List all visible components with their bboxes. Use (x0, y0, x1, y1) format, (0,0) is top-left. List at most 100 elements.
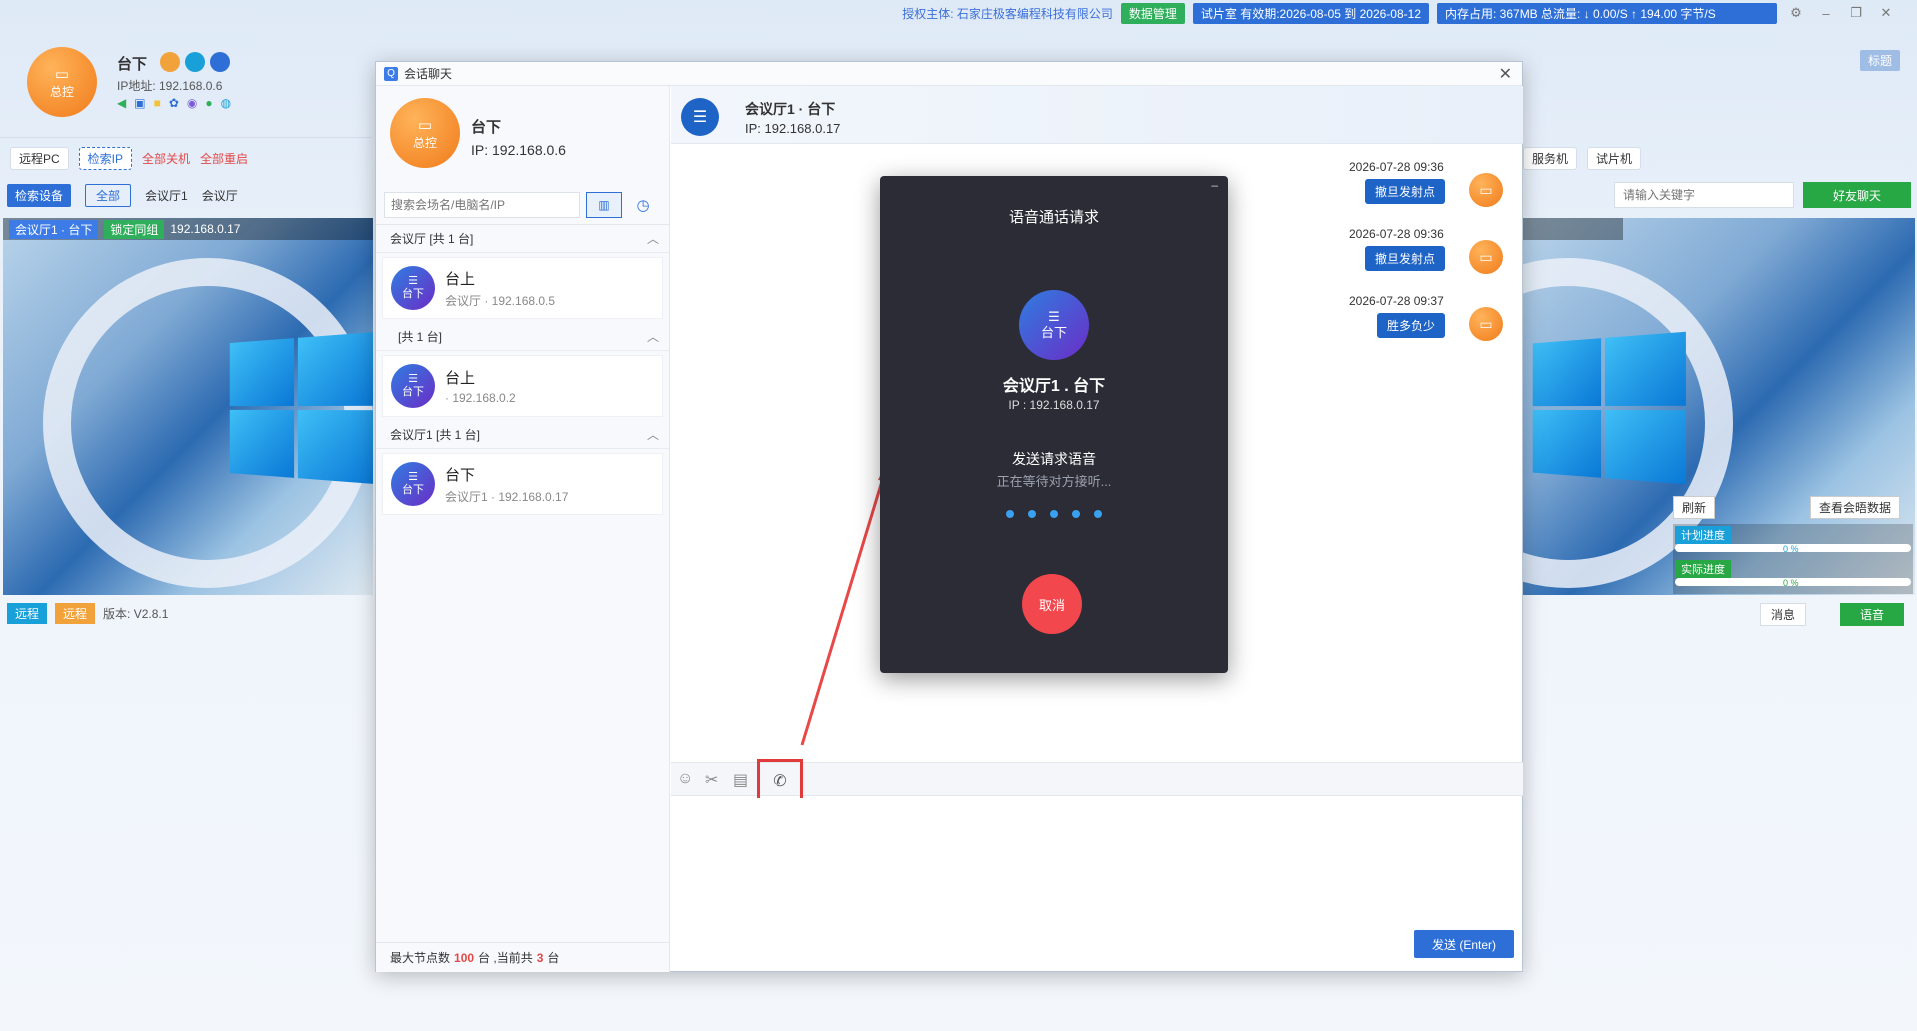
sender-avatar-icon: ▭ (1469, 307, 1503, 341)
message-item: 2026-07-28 09:36 (1349, 227, 1444, 241)
message-bubble[interactable]: 胜多负少 (1377, 313, 1446, 338)
filter-hall[interactable]: 会议厅 (202, 187, 238, 204)
chat-header: ☰ 会议厅1 · 台下 IP: 192.168.0.17 (671, 86, 1523, 144)
wechat-icon[interactable]: ● (205, 96, 212, 110)
chat-avatar-icon: ☰ (681, 98, 719, 136)
message-button[interactable]: 消息 (1760, 603, 1807, 626)
history-icon[interactable]: ◷ (628, 192, 658, 218)
voice-call-icon[interactable]: ✆ (757, 759, 803, 803)
link-icon[interactable]: ✿ (169, 96, 179, 110)
skin-button[interactable]: 标题 (1860, 50, 1901, 71)
actual-progress-label: 实际进度 (1675, 560, 1731, 578)
remote-icon[interactable]: ▣ (134, 96, 145, 110)
folder-icon[interactable]: ▤ (733, 770, 748, 790)
search-circle-icon[interactable]: ◍ (221, 96, 231, 110)
group-header[interactable]: 会议厅1 [共 1 台] ︿ (376, 421, 669, 449)
popup-minimize-icon[interactable]: – (1211, 178, 1218, 192)
call-avatar: ☰ 台下 (1019, 290, 1089, 360)
chevron-up-icon[interactable]: ︿ (647, 230, 659, 247)
contact-name: 台上 (445, 370, 476, 387)
app-icon: Q (384, 66, 398, 81)
view-data-button[interactable]: 查看会晤数据 (1810, 496, 1901, 519)
contact-item[interactable]: ☰ 台下 台上 会议厅 · 192.168.0.5 (382, 257, 663, 319)
close-icon[interactable]: ✕ (1875, 5, 1897, 21)
voice-call-popup: – 语音通话请求 ☰ 台下 会议厅1 . 台下 IP : 192.168.0.17… (880, 176, 1228, 673)
shutdown-all-button[interactable]: 全部关机 (142, 150, 190, 167)
tab-trial[interactable]: 试片机 (1587, 147, 1642, 170)
right-device-thumbnail[interactable]: 刷新 查看会晤数据 计划进度 0 % 实际进度 0 % (1523, 218, 1915, 595)
search-device-button[interactable]: 检索设备 (7, 184, 72, 207)
eye-icon[interactable] (210, 52, 230, 72)
dialog-close-icon[interactable]: ✕ (1499, 64, 1512, 84)
contact-pane: ▭ 总控 台下 IP: 192.168.0.6 ▥ ◷ 会议厅 [共 1 台] ︿… (376, 86, 670, 972)
call-progress-dots (880, 507, 1228, 521)
remote-button-1[interactable]: 远程 (7, 603, 48, 624)
group-header-label: 会议厅 [共 1 台] (390, 232, 474, 246)
chat-ip: IP: 192.168.0.17 (745, 121, 841, 136)
call-avatar-label: 台下 (1040, 325, 1067, 340)
contact-item[interactable]: ☰ 台下 台上 · 192.168.0.2 (382, 355, 663, 417)
contact-search-input[interactable] (384, 192, 580, 218)
message-bubble[interactable]: 撤旦发射点 (1365, 246, 1446, 271)
screenshot-icon[interactable]: ✂ (705, 770, 718, 790)
message-input[interactable] (672, 798, 1520, 928)
group-header[interactable]: 会议厅 [共 1 台] ︿ (376, 225, 669, 253)
device-view-icon[interactable]: ▥ (586, 192, 622, 218)
contact-sub: 会议厅 · 192.168.0.5 (445, 293, 556, 308)
right-search-input[interactable] (1614, 182, 1794, 208)
main-avatar[interactable]: ▭ 总控 (27, 47, 97, 117)
windows-logo (229, 332, 373, 484)
main-ip: IP地址: 192.168.0.6 (117, 79, 223, 93)
device-thumbnail[interactable]: 会议厅1 · 台下 锁定同组 192.168.0.17 (3, 218, 373, 595)
monitor-icon: ▭ (54, 65, 70, 83)
tab-server[interactable]: 服务机 (1523, 147, 1578, 170)
windows-logo-right (1532, 331, 1686, 485)
contact-sub: · 192.168.0.2 (445, 391, 516, 405)
contact-avatar-label: 台下 (402, 484, 424, 496)
voice-button[interactable]: 语音 (1840, 603, 1905, 626)
screen-icon[interactable] (185, 52, 205, 72)
call-status: 发送请求语音 (1012, 451, 1096, 467)
chevron-up-icon[interactable]: ︿ (647, 328, 659, 345)
contact-avatar: ☰ 台下 (391, 364, 435, 408)
footer-prefix: 最大节点数 (390, 951, 451, 965)
message-item: 2026-07-28 09:37 (1349, 294, 1444, 308)
globe-icon[interactable]: ◉ (187, 96, 197, 110)
input-toolbar: ☺ ✂ ▤ ✆ (671, 759, 1523, 803)
emoji-icon[interactable]: ☺ (677, 770, 693, 788)
folder-icon[interactable]: ■ (154, 96, 161, 110)
plan-progress-label: 计划进度 (1675, 526, 1731, 544)
lock-group-badge[interactable]: 锁定同组 (104, 219, 165, 239)
chat-title: 会议厅1 · 台下 (745, 101, 836, 117)
data-management-button[interactable]: 数据管理 (1120, 2, 1185, 24)
restart-all-button[interactable]: 全部重启 (200, 150, 248, 167)
filter-hall1[interactable]: 会议厅1 (145, 187, 188, 204)
maximize-icon[interactable]: ❐ (1845, 5, 1867, 21)
group-header[interactable]: [共 1 台] ︿ (376, 323, 669, 351)
message-bubble[interactable]: 撤旦发射点 (1365, 179, 1446, 204)
trial-period-badge: 试片室 有效期:2026-08-05 到 2026-08-12 (1192, 2, 1429, 24)
minimize-icon[interactable]: – (1815, 6, 1837, 21)
thumb-title: 会议厅1 · 台下 (9, 219, 99, 239)
contact-item[interactable]: ☰ 台下 台下 会议厅1 · 192.168.0.17 (382, 453, 663, 515)
remote-pc-button[interactable]: 远程PC (10, 147, 69, 170)
send-button[interactable]: 发送 (Enter) (1414, 930, 1514, 958)
friend-chat-button[interactable]: 好友聊天 (1803, 182, 1911, 208)
dialog-titlebar: Q 会话聊天 ✕ (376, 62, 1522, 86)
filter-all[interactable]: 全部 (85, 184, 132, 207)
chevron-up-icon[interactable]: ︿ (647, 426, 659, 443)
remote-button-2[interactable]: 远程 (55, 603, 96, 624)
actual-pct: 0 % (1783, 578, 1799, 588)
contact-avatar-label: 台下 (402, 386, 424, 398)
contact-avatar-label: 台下 (402, 288, 424, 300)
cancel-call-button[interactable]: 取消 (1022, 574, 1082, 634)
main-name: 台下 (117, 56, 148, 73)
settings-icon[interactable]: ⚙ (1785, 5, 1807, 21)
self-ip: IP: 192.168.0.6 (471, 142, 566, 158)
speaker-icon[interactable]: ◀ (117, 96, 126, 110)
search-ip-button[interactable]: 检索IP (78, 147, 133, 170)
resource-stats: 内存占用: 367MB 总流量: ↓ 0.00/S ↑ 194.00 字节/S (1437, 2, 1777, 24)
self-avatar-label: 总控 (412, 135, 437, 150)
refresh-button[interactable]: 刷新 (1673, 496, 1716, 519)
edit-icon[interactable] (160, 52, 180, 72)
